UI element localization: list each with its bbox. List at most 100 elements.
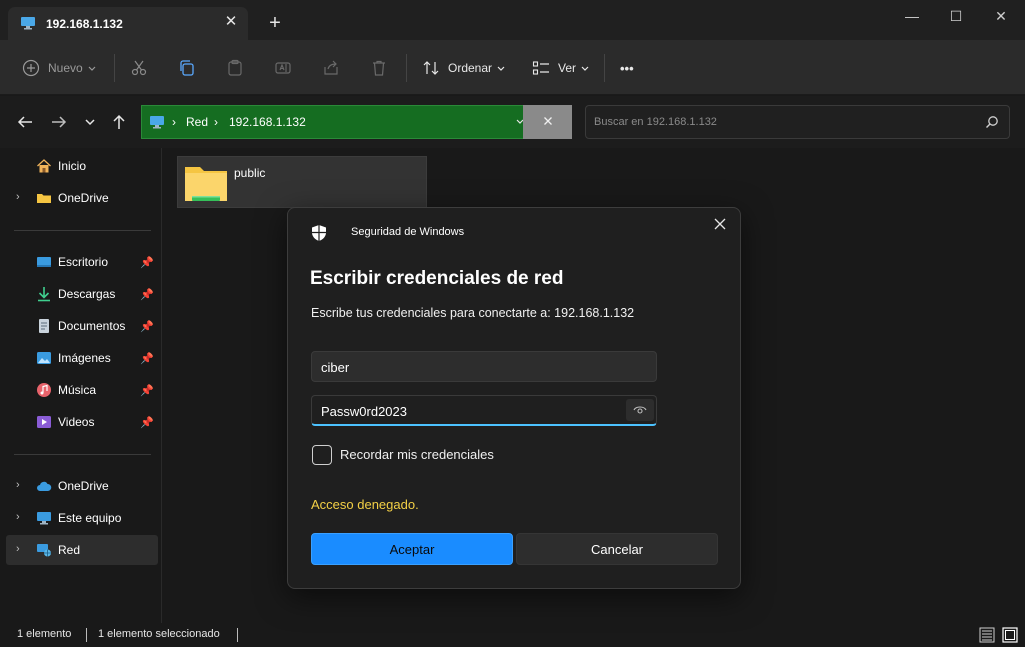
- monitor-icon: [150, 116, 164, 129]
- tiles-view-icon[interactable]: [1002, 627, 1018, 643]
- pin-icon[interactable]: 📌: [140, 256, 154, 269]
- close-window-button[interactable]: ✕: [986, 6, 1016, 26]
- forward-arrow-icon[interactable]: [49, 113, 69, 131]
- close-icon: [714, 218, 726, 230]
- network-icon: [37, 544, 51, 557]
- folder-item-public[interactable]: public: [177, 156, 427, 208]
- reveal-password-button[interactable]: [626, 399, 654, 421]
- more-options-button[interactable]: •••: [620, 55, 634, 81]
- scissors-icon: [131, 60, 147, 76]
- sidebar-item-label: Música: [58, 383, 97, 397]
- address-bar[interactable]: › Red › 192.168.1.132: [141, 105, 572, 139]
- sidebar-item-label: OneDrive: [58, 191, 109, 205]
- remember-credentials-checkbox[interactable]: [312, 445, 332, 465]
- search-icon[interactable]: [985, 115, 999, 129]
- dialog-app-name: Seguridad de Windows: [351, 226, 465, 238]
- sidebar-item-label: Inicio: [58, 159, 87, 173]
- sidebar-item-label: Documentos: [58, 319, 126, 333]
- view-button[interactable]: Ver: [532, 55, 590, 81]
- new-tab-button[interactable]: +: [264, 12, 286, 34]
- sidebar-item-label: Videos: [58, 415, 95, 429]
- search-box[interactable]: Buscar en 192.168.1.132: [585, 105, 1010, 139]
- username-value: ciber: [321, 360, 350, 375]
- view-icon: [532, 61, 549, 75]
- sidebar-item-label: OneDrive: [58, 479, 109, 493]
- copy-icon: [180, 60, 194, 76]
- sidebar-item-onedrive-personal[interactable]: › OneDrive: [6, 183, 158, 213]
- pane-splitter[interactable]: [161, 148, 162, 623]
- copy-button[interactable]: [178, 55, 196, 81]
- shield-icon: [312, 225, 326, 241]
- search-placeholder: Buscar en 192.168.1.132: [594, 116, 717, 128]
- view-button-label: Ver: [558, 61, 577, 75]
- up-arrow-icon[interactable]: [109, 113, 129, 131]
- folder-name: public: [234, 166, 266, 180]
- desktop-icon: [37, 257, 51, 267]
- pin-icon[interactable]: 📌: [140, 320, 154, 333]
- paste-button[interactable]: [226, 55, 244, 81]
- breadcrumb-separator: ›: [172, 115, 176, 129]
- credentials-dialog: Seguridad de Windows Escribir credencial…: [287, 207, 741, 589]
- pin-icon[interactable]: 📌: [140, 384, 154, 397]
- cloud-icon: [37, 481, 52, 491]
- pin-icon[interactable]: 📌: [140, 352, 154, 365]
- breadcrumb-host[interactable]: 192.168.1.132: [229, 115, 306, 129]
- status-bar: 1 elemento 1 elemento seleccionado: [0, 623, 1025, 647]
- sidebar-item-imagenes[interactable]: Imágenes 📌: [6, 343, 158, 373]
- password-field[interactable]: Passw0rd2023: [311, 395, 657, 426]
- dialog-title: Escribir credenciales de red: [310, 268, 564, 289]
- breadcrumb-separator: ›: [214, 115, 218, 129]
- sidebar-item-red[interactable]: › Red: [6, 535, 158, 565]
- chevron-down-icon: [581, 66, 589, 71]
- cut-button[interactable]: [130, 55, 148, 81]
- navigation-pane: Inicio › OneDrive Escritorio 📌 Descargas…: [0, 148, 160, 623]
- share-button[interactable]: [322, 55, 340, 81]
- back-arrow-icon[interactable]: [15, 113, 35, 131]
- status-divider: [86, 628, 87, 642]
- close-icon[interactable]: [543, 116, 553, 126]
- details-view-icon[interactable]: [979, 627, 995, 643]
- dialog-close-button[interactable]: [710, 216, 730, 236]
- sidebar-item-documentos[interactable]: Documentos 📌: [6, 311, 158, 341]
- dialog-description: Escribe tus credenciales para conectarte…: [311, 306, 635, 320]
- sidebar-item-escritorio[interactable]: Escritorio 📌: [6, 247, 158, 277]
- sidebar-item-musica[interactable]: Música 📌: [6, 375, 158, 405]
- chevron-right-icon[interactable]: ›: [16, 191, 20, 203]
- sidebar-item-inicio[interactable]: Inicio: [6, 151, 158, 181]
- sidebar-item-descargas[interactable]: Descargas 📌: [6, 279, 158, 309]
- pictures-icon: [37, 352, 51, 364]
- sidebar-item-videos[interactable]: Videos 📌: [6, 407, 158, 437]
- eye-icon: [633, 406, 647, 414]
- accept-button[interactable]: Aceptar: [311, 533, 513, 565]
- sort-button[interactable]: Ordenar: [422, 55, 506, 81]
- chevron-down-icon: [497, 66, 505, 71]
- music-icon: [37, 383, 51, 397]
- document-icon: [39, 319, 49, 333]
- chevron-right-icon[interactable]: ›: [16, 543, 20, 555]
- sidebar-item-onedrive[interactable]: › OneDrive: [6, 471, 158, 501]
- breadcrumb-red[interactable]: Red: [186, 115, 208, 129]
- file-explorer-window: 192.168.1.132 ✕ + — ☐ ✕ Nuevo Ordenar Ve…: [0, 0, 1025, 647]
- pin-icon[interactable]: 📌: [140, 288, 154, 301]
- sidebar-item-este-equipo[interactable]: › Este equipo: [6, 503, 158, 533]
- recent-locations-chevron-icon[interactable]: [80, 113, 100, 131]
- username-field[interactable]: ciber: [311, 351, 657, 382]
- sidebar-item-label: Imágenes: [58, 351, 111, 365]
- minimize-button[interactable]: —: [897, 6, 927, 26]
- cancel-button[interactable]: Cancelar: [516, 533, 718, 565]
- remember-credentials-label[interactable]: Recordar mis credenciales: [340, 447, 494, 462]
- tab-close-button[interactable]: ✕: [222, 13, 240, 31]
- chevron-right-icon[interactable]: ›: [16, 479, 20, 491]
- delete-button[interactable]: [370, 55, 388, 81]
- pc-icon: [37, 512, 51, 525]
- rename-button[interactable]: [274, 55, 292, 81]
- pin-icon[interactable]: 📌: [140, 416, 154, 429]
- sidebar-item-label: Este equipo: [58, 511, 122, 525]
- sort-icon: [423, 61, 439, 75]
- address-clear-area[interactable]: [523, 105, 572, 139]
- new-button[interactable]: Nuevo: [22, 55, 97, 81]
- trash-icon: [373, 60, 385, 76]
- tab-active[interactable]: 192.168.1.132 ✕: [8, 7, 248, 40]
- chevron-right-icon[interactable]: ›: [16, 511, 20, 523]
- maximize-button[interactable]: ☐: [941, 6, 971, 26]
